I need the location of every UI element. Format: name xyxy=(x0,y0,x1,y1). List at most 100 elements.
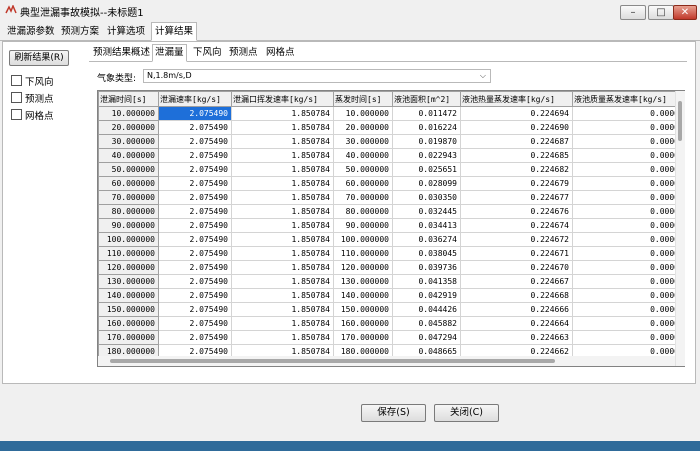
tab-calc-options[interactable]: 计算选项 xyxy=(104,24,148,40)
table-cell[interactable]: 0.224671 xyxy=(460,246,573,261)
row-header-cell[interactable]: 100.000000 xyxy=(98,232,159,247)
table-cell[interactable]: 0.0000 xyxy=(572,260,683,275)
table-cell[interactable]: 1.850784 xyxy=(231,274,334,289)
table-cell[interactable]: 0.0000 xyxy=(572,302,683,317)
table-cell[interactable]: 70.000000 xyxy=(333,190,393,205)
row-header-cell[interactable]: 140.000000 xyxy=(98,288,159,303)
table-cell[interactable]: 0.224676 xyxy=(460,204,573,219)
tab-prediction-plan[interactable]: 预测方案 xyxy=(58,24,102,40)
table-cell[interactable]: 2.075490 xyxy=(158,316,232,331)
row-header-cell[interactable]: 150.000000 xyxy=(98,302,159,317)
table-cell[interactable]: 110.000000 xyxy=(333,246,393,261)
column-header[interactable]: 泄漏口挥发速率[kg/s] xyxy=(231,91,334,107)
row-header-cell[interactable]: 130.000000 xyxy=(98,274,159,289)
checkbox-grid-point[interactable]: 网格点 xyxy=(11,108,54,122)
results-table[interactable]: 泄漏时间[s] 泄漏速率[kg/s] 泄漏口挥发速率[kg/s] 蒸发时间[s]… xyxy=(97,90,685,367)
table-cell[interactable]: 0.0000 xyxy=(572,246,683,261)
table-cell[interactable]: 20.000000 xyxy=(333,120,393,135)
table-cell[interactable]: 0.034413 xyxy=(392,218,461,233)
table-cell[interactable]: 2.075490 xyxy=(158,134,232,149)
row-header-cell[interactable]: 80.000000 xyxy=(98,204,159,219)
refresh-results-button[interactable]: 刷新结果(R) xyxy=(9,50,69,66)
checkbox-prediction-point[interactable]: 预测点 xyxy=(11,91,54,105)
table-cell[interactable]: 0.224670 xyxy=(460,260,573,275)
table-cell[interactable]: 0.011472 xyxy=(392,106,461,121)
row-header-cell[interactable]: 20.000000 xyxy=(98,120,159,135)
table-cell[interactable]: 2.075490 xyxy=(158,106,232,121)
table-cell[interactable]: 0.224677 xyxy=(460,190,573,205)
table-cell[interactable]: 0.224694 xyxy=(460,106,573,121)
table-cell[interactable]: 0.025651 xyxy=(392,162,461,177)
table-row[interactable]: 130.000000 2.075490 1.850784 130.000000 0.04… xyxy=(98,274,683,289)
table-row[interactable]: 110.000000 2.075490 1.850784 110.000000 0.03… xyxy=(98,246,683,261)
table-row[interactable]: 70.000000 2.075490 1.850784 70.000000 0.0303… xyxy=(98,190,683,205)
table-cell[interactable]: 0.224663 xyxy=(460,330,573,345)
row-header-cell[interactable]: 110.000000 xyxy=(98,246,159,261)
row-header-cell[interactable]: 160.000000 xyxy=(98,316,159,331)
table-cell[interactable]: 0.0000 xyxy=(572,330,683,345)
table-cell[interactable]: 0.0000 xyxy=(572,148,683,163)
tab-downwind[interactable]: 下风向 xyxy=(191,46,224,61)
maximize-button[interactable]: □ xyxy=(648,5,674,20)
table-cell[interactable]: 1.850784 xyxy=(231,134,334,149)
table-row[interactable]: 120.000000 2.075490 1.850784 120.000000 0.03… xyxy=(98,260,683,275)
tab-grid-point[interactable]: 网格点 xyxy=(264,46,297,61)
table-cell[interactable]: 0.224667 xyxy=(460,274,573,289)
table-cell[interactable]: 0.032445 xyxy=(392,204,461,219)
table-cell[interactable]: 0.039736 xyxy=(392,260,461,275)
table-cell[interactable]: 1.850784 xyxy=(231,232,334,247)
table-cell[interactable]: 0.022943 xyxy=(392,148,461,163)
close-button[interactable]: 关闭(C) xyxy=(434,404,499,422)
row-header-cell[interactable]: 30.000000 xyxy=(98,134,159,149)
scrollbar-thumb[interactable] xyxy=(110,359,555,363)
table-cell[interactable]: 0.0000 xyxy=(572,176,683,191)
table-row[interactable]: 40.000000 2.075490 1.850784 40.000000 0.0229… xyxy=(98,148,683,163)
column-header[interactable]: 液池质量蒸发速率[kg/s] xyxy=(572,91,683,107)
table-cell[interactable]: 1.850784 xyxy=(231,190,334,205)
table-cell[interactable]: 2.075490 xyxy=(158,288,232,303)
table-cell[interactable]: 0.0000 xyxy=(572,162,683,177)
table-cell[interactable]: 130.000000 xyxy=(333,274,393,289)
vertical-scrollbar[interactable] xyxy=(675,91,685,366)
table-cell[interactable]: 0.038045 xyxy=(392,246,461,261)
column-header[interactable]: 蒸发时间[s] xyxy=(333,91,393,107)
table-cell[interactable]: 1.850784 xyxy=(231,218,334,233)
table-cell[interactable]: 2.075490 xyxy=(158,162,232,177)
column-header[interactable]: 液池热量蒸发速率[kg/s] xyxy=(460,91,573,107)
row-header-cell[interactable]: 120.000000 xyxy=(98,260,159,275)
table-cell[interactable]: 0.030350 xyxy=(392,190,461,205)
table-cell[interactable]: 60.000000 xyxy=(333,176,393,191)
table-cell[interactable]: 50.000000 xyxy=(333,162,393,177)
table-cell[interactable]: 0.0000 xyxy=(572,204,683,219)
checkbox-downwind[interactable]: 下风向 xyxy=(11,74,54,88)
close-window-button[interactable]: ✕ xyxy=(673,5,697,20)
table-cell[interactable]: 2.075490 xyxy=(158,246,232,261)
table-row[interactable]: 30.000000 2.075490 1.850784 30.000000 0.0198… xyxy=(98,134,683,149)
table-cell[interactable]: 0.042919 xyxy=(392,288,461,303)
tab-calc-results[interactable]: 计算结果 xyxy=(151,22,198,41)
table-cell[interactable]: 0.0000 xyxy=(572,106,683,121)
chevron-down-icon[interactable]: ⌵ xyxy=(480,70,486,82)
table-cell[interactable]: 2.075490 xyxy=(158,204,232,219)
table-cell[interactable]: 30.000000 xyxy=(333,134,393,149)
table-row[interactable]: 60.000000 2.075490 1.850784 60.000000 0.0280… xyxy=(98,176,683,191)
save-button[interactable]: 保存(S) xyxy=(361,404,426,422)
table-cell[interactable]: 0.016224 xyxy=(392,120,461,135)
table-cell[interactable]: 1.850784 xyxy=(231,204,334,219)
minimize-button[interactable]: – xyxy=(620,5,646,20)
table-cell[interactable]: 1.850784 xyxy=(231,162,334,177)
table-cell[interactable]: 2.075490 xyxy=(158,148,232,163)
table-cell[interactable]: 1.850784 xyxy=(231,120,334,135)
table-cell[interactable]: 0.224682 xyxy=(460,162,573,177)
table-cell[interactable]: 2.075490 xyxy=(158,218,232,233)
table-cell[interactable]: 0.036274 xyxy=(392,232,461,247)
table-cell[interactable]: 0.0000 xyxy=(572,218,683,233)
table-cell[interactable]: 0.224685 xyxy=(460,148,573,163)
table-cell[interactable]: 1.850784 xyxy=(231,106,334,121)
table-cell[interactable]: 0.224674 xyxy=(460,218,573,233)
row-header-cell[interactable]: 50.000000 xyxy=(98,162,159,177)
table-cell[interactable]: 0.044426 xyxy=(392,302,461,317)
table-cell[interactable]: 2.075490 xyxy=(158,274,232,289)
table-cell[interactable]: 1.850784 xyxy=(231,246,334,261)
table-cell[interactable]: 2.075490 xyxy=(158,260,232,275)
